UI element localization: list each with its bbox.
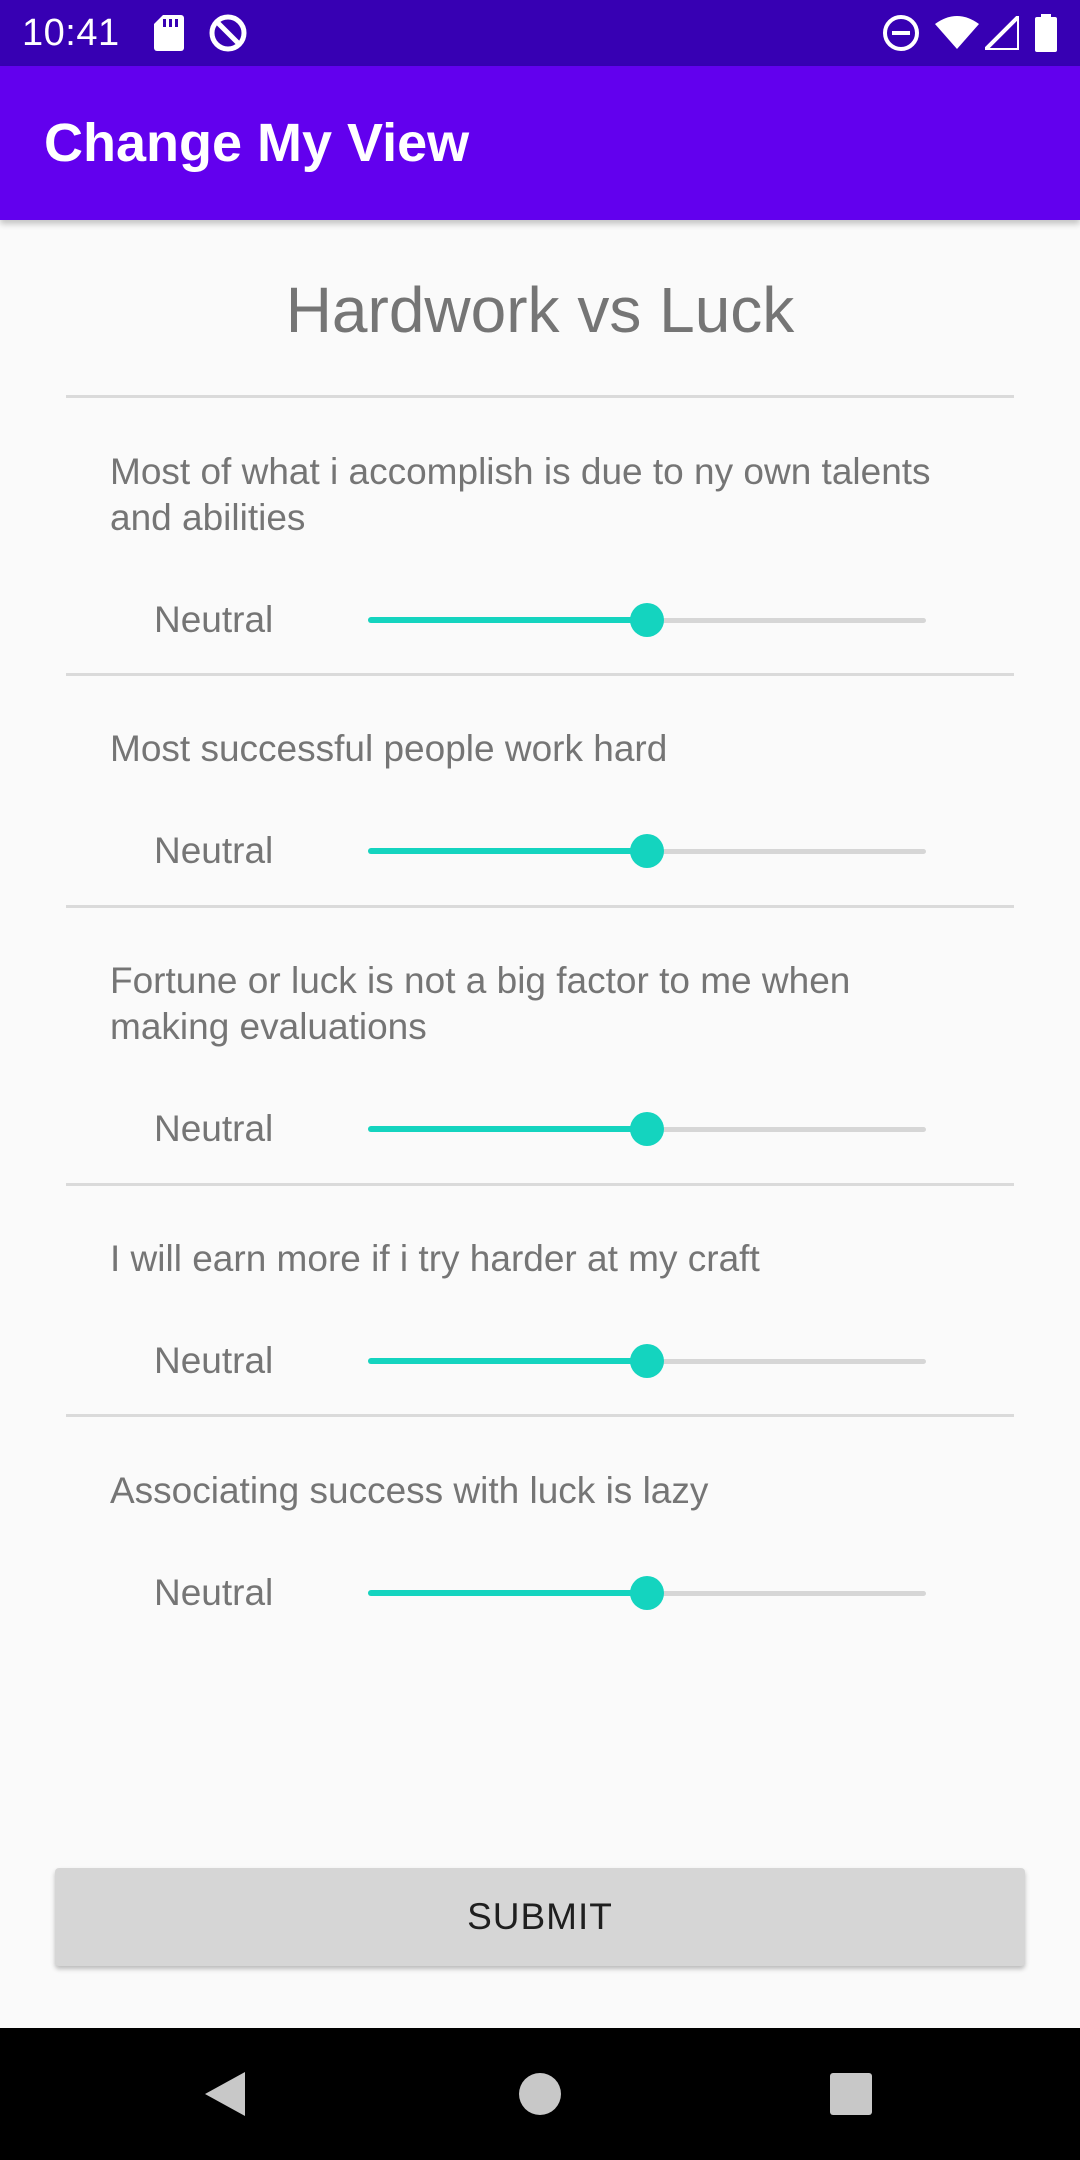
- question-text: I will earn more if i try harder at my c…: [110, 1238, 760, 1279]
- slider-fill: [368, 848, 647, 854]
- slider-thumb[interactable]: [630, 834, 664, 868]
- rating-slider[interactable]: [368, 828, 926, 874]
- value-label: Neutral: [154, 1572, 274, 1613]
- wifi-icon: [935, 0, 979, 66]
- divider: [66, 905, 1014, 908]
- value-label: Neutral: [154, 830, 274, 871]
- navigation-bar: [0, 2028, 1080, 2160]
- divider: [66, 395, 1014, 398]
- question-text: Most successful people work hard: [110, 728, 668, 769]
- rating-slider[interactable]: [368, 597, 926, 643]
- question-text: Most of what i accomplish is due to ny o…: [110, 451, 931, 538]
- rating-slider[interactable]: [368, 1338, 926, 1384]
- value-label: Neutral: [154, 1340, 274, 1381]
- slider-fill: [368, 1126, 647, 1132]
- signal-icon: [984, 0, 1020, 66]
- value-label: Neutral: [154, 1108, 274, 1149]
- back-icon[interactable]: [180, 2028, 270, 2160]
- divider: [66, 673, 1014, 676]
- sync-off-icon: [206, 0, 250, 66]
- app-bar: Change My View: [0, 66, 1080, 220]
- sd-card-icon: [152, 0, 186, 66]
- rating-slider[interactable]: [368, 1106, 926, 1152]
- home-icon[interactable]: [495, 2028, 585, 2160]
- recents-icon[interactable]: [806, 2028, 896, 2160]
- status-bar: 10:41: [0, 0, 1080, 66]
- slider-thumb[interactable]: [630, 1576, 664, 1610]
- question-text: Fortune or luck is not a big factor to m…: [110, 960, 851, 1047]
- status-time: 10:41: [22, 12, 120, 54]
- slider-fill: [368, 1358, 647, 1364]
- do-not-disturb-icon: [880, 0, 922, 66]
- slider-thumb[interactable]: [630, 1344, 664, 1378]
- battery-icon: [1034, 0, 1058, 66]
- divider: [66, 1414, 1014, 1417]
- value-label: Neutral: [154, 599, 274, 640]
- slider-fill: [368, 617, 647, 623]
- divider: [66, 1183, 1014, 1186]
- question-text: Associating success with luck is lazy: [110, 1470, 709, 1511]
- slider-thumb[interactable]: [630, 1112, 664, 1146]
- page-title: Hardwork vs Luck: [285, 274, 795, 346]
- submit-button[interactable]: SUBMIT: [55, 1868, 1025, 1966]
- rating-slider[interactable]: [368, 1570, 926, 1616]
- app-title: Change My View: [44, 113, 470, 173]
- slider-thumb[interactable]: [630, 603, 664, 637]
- slider-fill: [368, 1590, 647, 1596]
